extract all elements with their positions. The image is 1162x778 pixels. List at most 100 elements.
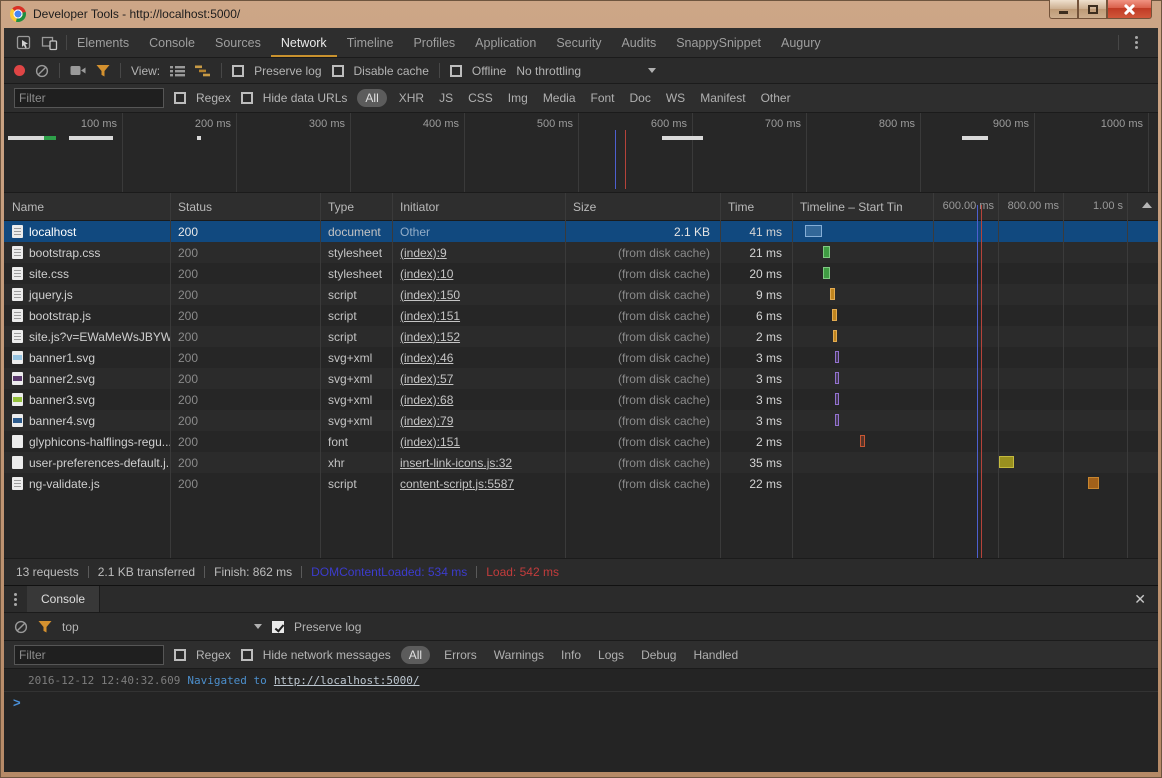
tab-security[interactable]: Security (546, 28, 611, 57)
close-button[interactable] (1107, 0, 1152, 19)
hide-data-urls-checkbox[interactable] (241, 92, 253, 104)
offline-label[interactable]: Offline (472, 64, 506, 78)
console-filter-funnel-icon[interactable] (38, 620, 52, 633)
maximize-button[interactable] (1078, 0, 1107, 19)
console-level-filter-all[interactable]: All (401, 646, 430, 664)
resource-type-filter-all[interactable]: All (357, 89, 386, 107)
table-row[interactable]: banner4.svg 200 svg+xml (index):79 (from… (4, 410, 1158, 431)
table-row[interactable]: ng-validate.js 200 script content-script… (4, 473, 1158, 494)
resource-type-filter-manifest[interactable]: Manifest (697, 91, 748, 105)
offline-checkbox[interactable] (450, 65, 462, 77)
hide-network-messages-label[interactable]: Hide network messages (263, 648, 391, 662)
table-row[interactable]: site.css 200 stylesheet (index):10 (from… (4, 263, 1158, 284)
list-view-icon[interactable] (170, 65, 185, 77)
table-row[interactable]: banner3.svg 200 svg+xml (index):68 (from… (4, 389, 1158, 410)
preserve-log-label[interactable]: Preserve log (254, 64, 321, 78)
initiator-link[interactable]: (index):152 (400, 330, 460, 344)
console-regex-label[interactable]: Regex (196, 648, 231, 662)
throttling-select[interactable]: No throttling (516, 64, 656, 78)
console-preserve-log-label[interactable]: Preserve log (294, 620, 361, 634)
resource-type-filter-xhr[interactable]: XHR (396, 91, 427, 105)
resource-type-filter-font[interactable]: Font (588, 91, 618, 105)
console-filter-input[interactable] (14, 645, 164, 665)
tab-console-drawer[interactable]: Console (27, 586, 100, 612)
tab-snappysnippet[interactable]: SnappySnippet (666, 28, 771, 57)
device-toolbar-icon[interactable] (41, 35, 58, 51)
hide-network-messages-checkbox[interactable] (241, 649, 253, 661)
minimize-button[interactable] (1049, 0, 1078, 19)
clear-icon[interactable] (35, 64, 49, 78)
resource-type-filter-css[interactable]: CSS (465, 91, 496, 105)
drawer-close-icon[interactable]: ✕ (1122, 591, 1158, 608)
column-header-status[interactable]: Status (170, 193, 320, 220)
column-header-initiator[interactable]: Initiator (392, 193, 565, 220)
console-level-filter-info[interactable]: Info (558, 648, 584, 662)
console-clear-icon[interactable] (14, 620, 28, 634)
resource-type-filter-js[interactable]: JS (436, 91, 456, 105)
tab-application[interactable]: Application (465, 28, 546, 57)
console-level-filter-errors[interactable]: Errors (441, 648, 480, 662)
initiator-link[interactable]: (index):79 (400, 414, 453, 428)
initiator-link[interactable]: (index):68 (400, 393, 453, 407)
regex-checkbox[interactable] (174, 92, 186, 104)
tab-console[interactable]: Console (139, 28, 205, 57)
screenshot-camera-icon[interactable] (70, 64, 86, 77)
waterfall-view-icon[interactable] (195, 65, 211, 77)
disable-cache-checkbox[interactable] (332, 65, 344, 77)
drawer-menu-icon[interactable] (4, 591, 27, 608)
network-overview[interactable]: 100 ms200 ms300 ms400 ms500 ms600 ms700 … (4, 113, 1158, 193)
filter-funnel-icon[interactable] (96, 64, 110, 77)
record-button[interactable] (14, 65, 25, 76)
initiator-link[interactable]: (index):151 (400, 435, 460, 449)
console-level-filter-debug[interactable]: Debug (638, 648, 679, 662)
console-prompt[interactable]: > (4, 692, 1158, 712)
column-header-timeline[interactable]: Timeline – Start Time (792, 193, 902, 220)
table-row[interactable]: banner2.svg 200 svg+xml (index):57 (from… (4, 368, 1158, 389)
table-row[interactable]: site.js?v=EWaMeWsJBYW... 200 script (ind… (4, 326, 1158, 347)
column-header-size[interactable]: Size (565, 193, 720, 220)
table-row[interactable]: glyphicons-halflings-regu... 200 font (i… (4, 431, 1158, 452)
initiator-link[interactable]: insert-link-icons.js:32 (400, 456, 512, 470)
console-level-filter-handled[interactable]: Handled (690, 648, 741, 662)
tab-audits[interactable]: Audits (611, 28, 666, 57)
tab-sources[interactable]: Sources (205, 28, 271, 57)
initiator-link[interactable]: (index):57 (400, 372, 453, 386)
resource-type-filter-media[interactable]: Media (540, 91, 579, 105)
initiator-link[interactable]: (index):46 (400, 351, 453, 365)
tab-augury[interactable]: Augury (771, 28, 831, 57)
console-preserve-log-checkbox[interactable] (272, 621, 284, 633)
tab-network[interactable]: Network (271, 28, 337, 57)
hide-data-urls-label[interactable]: Hide data URLs (263, 91, 348, 105)
table-row[interactable]: jquery.js 200 script (index):150 (from d… (4, 284, 1158, 305)
initiator-link[interactable]: content-script.js:5587 (400, 477, 514, 491)
column-header-time[interactable]: Time (720, 193, 792, 220)
preserve-log-checkbox[interactable] (232, 65, 244, 77)
log-link[interactable]: http://localhost:5000/ (274, 674, 420, 687)
initiator-link[interactable]: (index):9 (400, 246, 447, 260)
initiator-link[interactable]: (index):10 (400, 267, 453, 281)
resource-type-filter-other[interactable]: Other (758, 91, 794, 105)
network-filter-input[interactable] (14, 88, 164, 108)
column-header-type[interactable]: Type (320, 193, 392, 220)
tab-elements[interactable]: Elements (67, 28, 139, 57)
initiator-link[interactable]: (index):151 (400, 309, 460, 323)
execution-context-select[interactable]: top (62, 620, 262, 634)
table-row[interactable]: user-preferences-default.j... 200 xhr in… (4, 452, 1158, 473)
inspect-element-icon[interactable] (16, 35, 32, 51)
tab-profiles[interactable]: Profiles (403, 28, 465, 57)
resource-type-filter-img[interactable]: Img (505, 91, 531, 105)
console-level-filter-logs[interactable]: Logs (595, 648, 627, 662)
column-header-name[interactable]: Name (4, 193, 170, 220)
resource-type-filter-doc[interactable]: Doc (627, 91, 654, 105)
resource-type-filter-ws[interactable]: WS (663, 91, 688, 105)
regex-label[interactable]: Regex (196, 91, 231, 105)
more-options-icon[interactable] (1129, 34, 1144, 51)
table-row[interactable]: localhost 200 document Other 2.1 KB 41 m… (4, 221, 1158, 242)
console-regex-checkbox[interactable] (174, 649, 186, 661)
table-row[interactable]: bootstrap.css 200 stylesheet (index):9 (… (4, 242, 1158, 263)
table-row[interactable]: banner1.svg 200 svg+xml (index):46 (from… (4, 347, 1158, 368)
table-row[interactable]: bootstrap.js 200 script (index):151 (fro… (4, 305, 1158, 326)
initiator-link[interactable]: (index):150 (400, 288, 460, 302)
disable-cache-label[interactable]: Disable cache (354, 64, 429, 78)
tab-timeline[interactable]: Timeline (337, 28, 404, 57)
